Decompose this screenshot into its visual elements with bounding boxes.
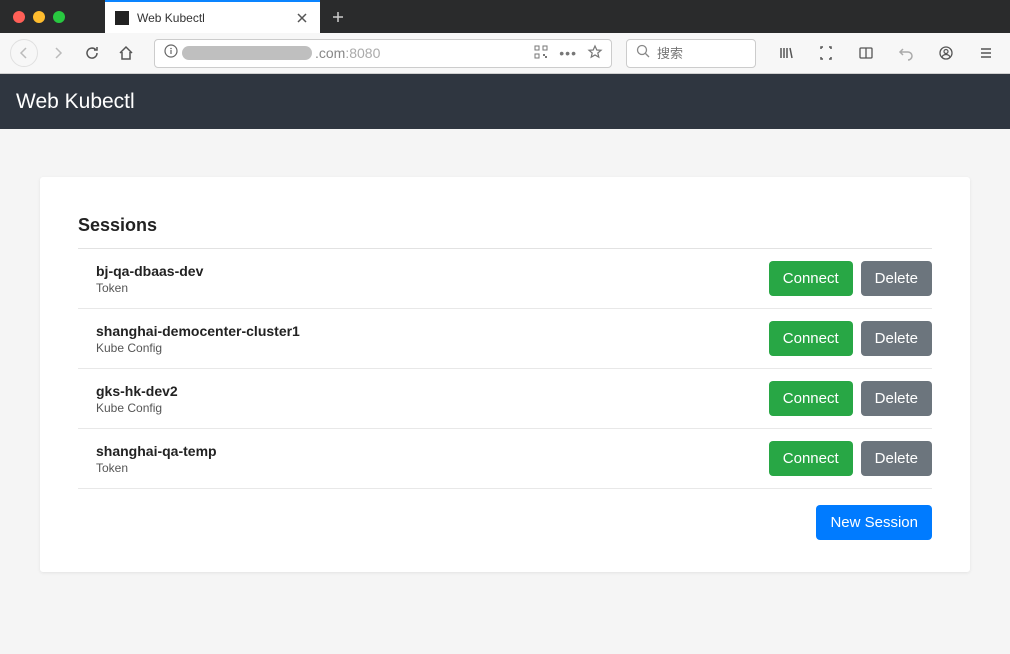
undo-icon[interactable] — [892, 39, 920, 67]
qr-icon[interactable] — [533, 44, 549, 63]
page-content: Sessions bj-qa-dbaas-dev Token Connect D… — [0, 129, 1010, 620]
session-name: gks-hk-dev2 — [96, 383, 178, 399]
search-input[interactable] — [657, 46, 747, 61]
tab-title: Web Kubectl — [137, 11, 286, 25]
session-name: shanghai-democenter-cluster1 — [96, 323, 300, 339]
url-port: :8080 — [345, 45, 380, 61]
search-bar[interactable] — [626, 39, 756, 68]
session-type: Token — [96, 461, 217, 475]
traffic-lights — [0, 11, 65, 23]
browser-toolbar: .com:8080 ••• — [0, 33, 1010, 74]
account-icon[interactable] — [932, 39, 960, 67]
window-titlebar: Web Kubectl — [0, 0, 1010, 33]
session-row: shanghai-qa-temp Token Connect Delete — [78, 429, 932, 489]
home-button[interactable] — [112, 39, 140, 67]
terminal-favicon-icon — [115, 11, 129, 25]
sessions-heading: Sessions — [78, 215, 932, 249]
session-actions: Connect Delete — [769, 321, 932, 356]
window-maximize-button[interactable] — [53, 11, 65, 23]
session-name: shanghai-qa-temp — [96, 443, 217, 459]
back-button[interactable] — [10, 39, 38, 67]
new-session-button[interactable]: New Session — [816, 505, 932, 540]
reload-button[interactable] — [78, 39, 106, 67]
delete-button[interactable]: Delete — [861, 261, 932, 296]
app-title: Web Kubectl — [16, 90, 135, 114]
session-actions: Connect Delete — [769, 381, 932, 416]
address-bar[interactable]: .com:8080 ••• — [154, 39, 612, 68]
delete-button[interactable]: Delete — [861, 321, 932, 356]
connect-button[interactable]: Connect — [769, 441, 853, 476]
tab-bar: Web Kubectl — [105, 0, 356, 33]
forward-button[interactable] — [44, 39, 72, 67]
browser-tab[interactable]: Web Kubectl — [105, 0, 320, 33]
connect-button[interactable]: Connect — [769, 381, 853, 416]
session-info: shanghai-qa-temp Token — [96, 443, 217, 475]
site-info-icon[interactable] — [163, 43, 179, 64]
sessions-list: bj-qa-dbaas-dev Token Connect Delete sha… — [78, 249, 932, 489]
session-type: Kube Config — [96, 401, 178, 415]
window-minimize-button[interactable] — [33, 11, 45, 23]
session-info: shanghai-democenter-cluster1 Kube Config — [96, 323, 300, 355]
connect-button[interactable]: Connect — [769, 321, 853, 356]
screenshot-icon[interactable] — [812, 39, 840, 67]
app-header: Web Kubectl — [0, 74, 1010, 129]
library-icon[interactable] — [772, 39, 800, 67]
delete-button[interactable]: Delete — [861, 381, 932, 416]
url-redacted — [182, 46, 312, 60]
url-domain-suffix: .com — [315, 45, 345, 61]
url-visible-text: .com:8080 — [315, 45, 380, 61]
search-icon — [635, 43, 651, 64]
window-close-button[interactable] — [13, 11, 25, 23]
page-actions-icon[interactable]: ••• — [559, 45, 577, 61]
new-tab-button[interactable] — [320, 0, 356, 33]
session-type: Kube Config — [96, 341, 300, 355]
reader-view-icon[interactable] — [852, 39, 880, 67]
session-info: bj-qa-dbaas-dev Token — [96, 263, 203, 295]
session-info: gks-hk-dev2 Kube Config — [96, 383, 178, 415]
session-type: Token — [96, 281, 203, 295]
menu-icon[interactable] — [972, 39, 1000, 67]
session-actions: Connect Delete — [769, 261, 932, 296]
sessions-card: Sessions bj-qa-dbaas-dev Token Connect D… — [40, 177, 970, 572]
session-row: shanghai-democenter-cluster1 Kube Config… — [78, 309, 932, 369]
delete-button[interactable]: Delete — [861, 441, 932, 476]
session-row: gks-hk-dev2 Kube Config Connect Delete — [78, 369, 932, 429]
close-tab-icon[interactable] — [294, 10, 310, 26]
bookmark-star-icon[interactable] — [587, 44, 603, 63]
session-name: bj-qa-dbaas-dev — [96, 263, 203, 279]
connect-button[interactable]: Connect — [769, 261, 853, 296]
session-row: bj-qa-dbaas-dev Token Connect Delete — [78, 249, 932, 309]
session-actions: Connect Delete — [769, 441, 932, 476]
